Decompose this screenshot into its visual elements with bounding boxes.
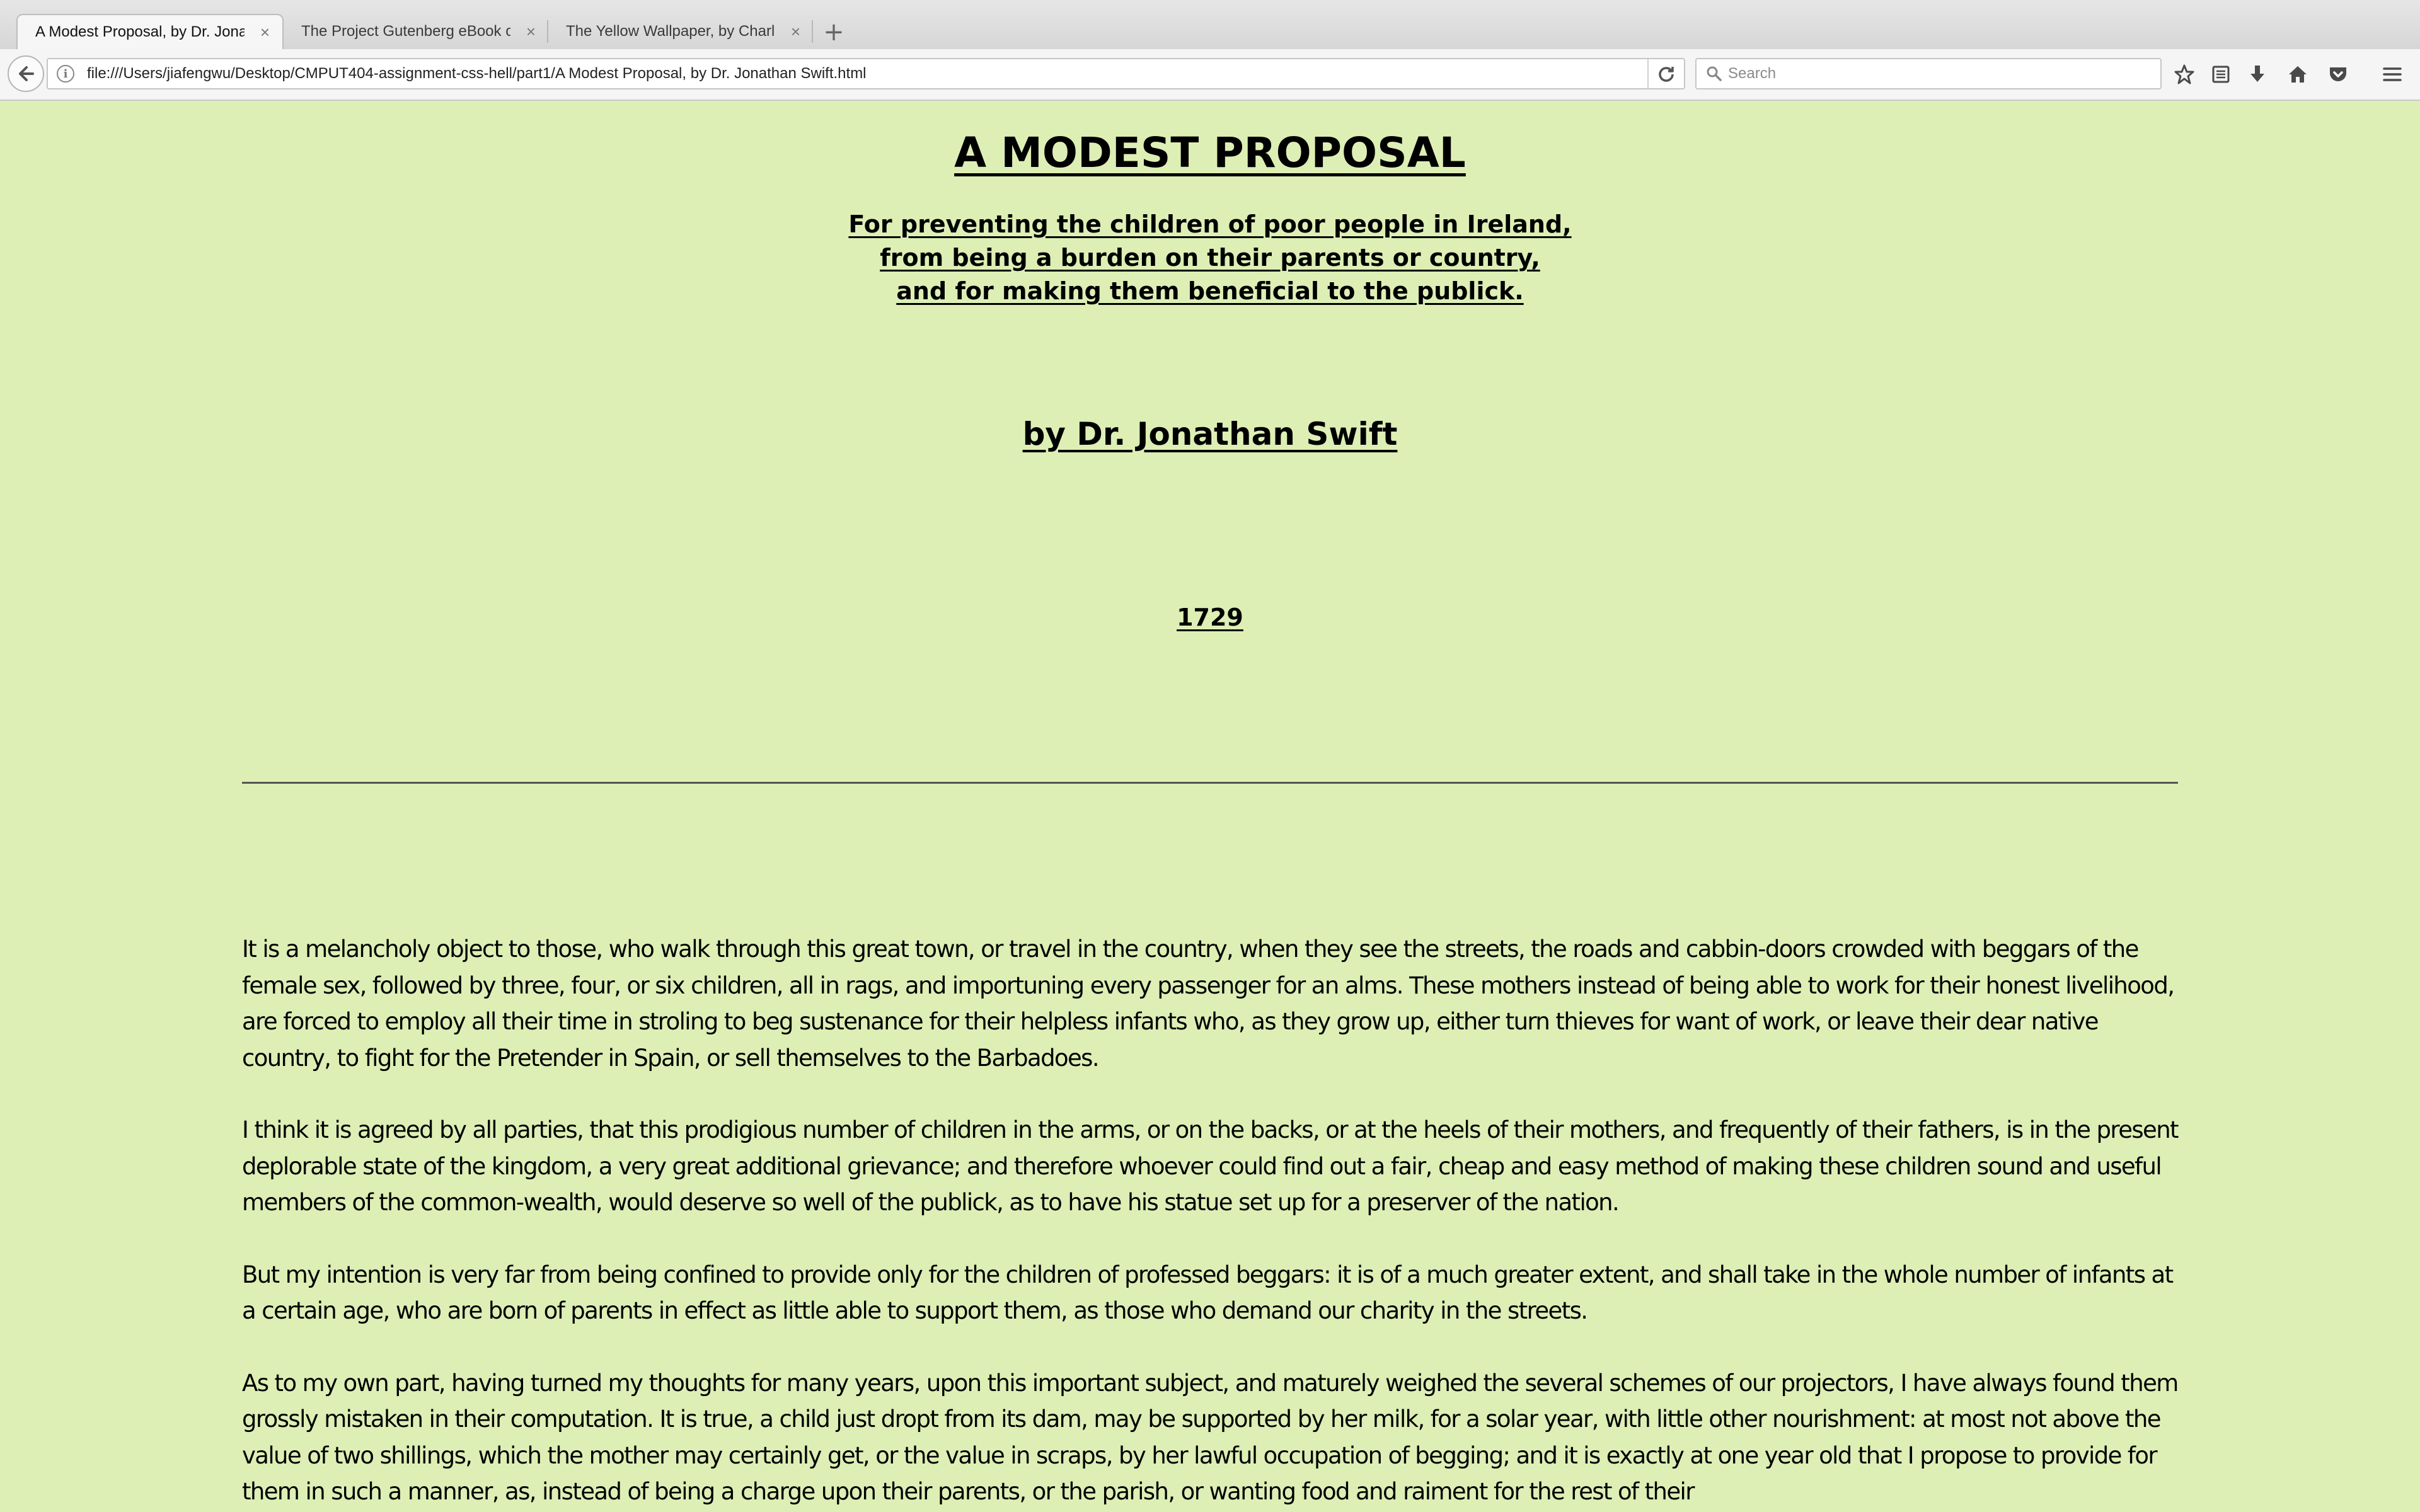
browser-window: A Modest Proposal, by Dr. Jona... × The … [0, 0, 2420, 1512]
tab-title: The Yellow Wallpaper, by Charl... [566, 23, 775, 40]
tab-close-icon[interactable]: × [791, 23, 800, 40]
tab-yellow-wallpaper[interactable]: The Yellow Wallpaper, by Charl... × [548, 14, 813, 49]
paragraph: It is a melancholy object to those, who … [242, 936, 2175, 1072]
back-arrow-icon [19, 66, 34, 81]
paragraph: But my intention is very far from being … [242, 1261, 2174, 1325]
search-icon [1704, 64, 1724, 84]
reading-list-icon[interactable] [2207, 60, 2235, 88]
author-byline: by Dr. Jonathan Swift [1022, 416, 1398, 452]
tab-modest-proposal[interactable]: A Modest Proposal, by Dr. Jona... × [16, 14, 284, 49]
bookmark-star-icon[interactable] [2170, 60, 2198, 88]
new-tab-button[interactable]: + [818, 16, 850, 48]
paragraph: As to my own part, having turned my thou… [242, 1369, 2179, 1506]
menu-icon[interactable] [2378, 60, 2406, 88]
publication-year: 1729 [1177, 604, 1243, 631]
search-input[interactable] [1728, 59, 2144, 88]
page-title: A MODEST PROPOSAL [954, 129, 1466, 177]
reload-button[interactable] [1647, 59, 1684, 88]
tab-project-gutenberg[interactable]: The Project Gutenberg eBook o... × [284, 14, 548, 49]
tab-title: A Modest Proposal, by Dr. Jona... [35, 23, 245, 40]
home-icon[interactable] [2284, 60, 2312, 88]
downloads-icon[interactable] [2244, 60, 2271, 88]
paragraph: I think it is agreed by all parties, tha… [242, 1116, 2179, 1216]
page-subtitle: For preventing the children of poor peop… [0, 208, 2420, 308]
navigation-bar: i file:///Users/jiafengwu/Desktop/CMPUT4… [0, 49, 2420, 101]
subtitle-line: and for making them beneficial to the pu… [896, 277, 1524, 305]
url-bar[interactable]: i file:///Users/jiafengwu/Desktop/CMPUT4… [47, 58, 1685, 89]
page-content: A MODEST PROPOSAL For preventing the chi… [0, 101, 2420, 1512]
tab-close-icon[interactable]: × [526, 23, 536, 40]
horizontal-rule [242, 782, 2178, 784]
body-text: It is a melancholy object to those, who … [242, 931, 2179, 1512]
subtitle-line: For preventing the children of poor peop… [848, 210, 1572, 238]
url-text[interactable]: file:///Users/jiafengwu/Desktop/CMPUT404… [87, 59, 867, 88]
pocket-icon[interactable] [2324, 60, 2352, 88]
tab-strip: A Modest Proposal, by Dr. Jona... × The … [0, 0, 2420, 50]
tab-title: The Project Gutenberg eBook o... [301, 23, 510, 40]
reload-icon [1659, 67, 1674, 82]
search-bar[interactable] [1695, 58, 2162, 89]
back-button[interactable] [8, 55, 44, 92]
tab-close-icon[interactable]: × [260, 24, 270, 40]
subtitle-line: from being a burden on their parents or … [880, 244, 1540, 272]
info-icon[interactable]: i [57, 65, 74, 83]
